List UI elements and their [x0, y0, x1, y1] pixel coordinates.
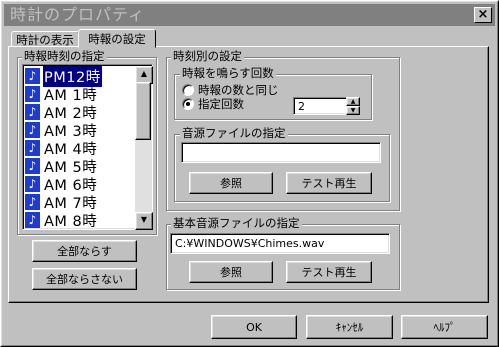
chime-time-group-label: 時報時刻の指定: [22, 49, 107, 63]
music-note-icon: ♪: [25, 104, 40, 120]
base-sound-label: 基本音源ファイルの指定: [171, 216, 302, 230]
cancel-button[interactable]: ｷｬﾝｾﾙ: [306, 315, 393, 339]
radio-same-count-label[interactable]: 時報の数と同じ: [198, 83, 279, 97]
title-bar[interactable]: 時計のプロパティ ×: [4, 4, 495, 26]
all-on-label: 全部ならす: [57, 245, 112, 258]
all-on-button[interactable]: 全部ならす: [32, 240, 137, 262]
ok-label: OK: [246, 320, 262, 334]
arrow-down-icon: ▼: [140, 215, 148, 224]
test-play-label: テスト再生: [301, 266, 357, 279]
tab-chime-settings[interactable]: 時報の設定: [78, 29, 156, 48]
spin-up-button[interactable]: ▲: [346, 97, 360, 106]
music-note-icon: ♪: [25, 86, 40, 102]
list-item[interactable]: ♪ AM 4時: [25, 139, 139, 158]
window-title: 時計のプロパティ: [10, 5, 146, 24]
radio-specified-count[interactable]: [182, 98, 194, 110]
music-note-icon: ♪: [25, 212, 40, 228]
list-item[interactable]: ♪ AM 6時: [25, 175, 139, 194]
sound-test-play-button[interactable]: テスト再生: [286, 172, 372, 194]
close-icon: ×: [477, 7, 489, 22]
arrow-up-icon: ▲: [350, 98, 356, 105]
time-settings-label: 時刻別の設定: [171, 49, 244, 63]
all-off-label: 全部ならさない: [46, 273, 123, 286]
spin-down-button[interactable]: ▼: [346, 106, 360, 115]
sound-file-input[interactable]: [181, 142, 381, 163]
music-note-icon: ♪: [25, 68, 40, 84]
browse-label: 参照: [220, 266, 242, 279]
base-sound-value: C:¥WINDOWS¥Chimes.wav: [175, 237, 325, 250]
help-button[interactable]: ﾍﾙﾌﾟ: [401, 315, 488, 339]
tab-label: 時報の設定: [88, 32, 146, 46]
all-off-button[interactable]: 全部ならさない: [32, 268, 137, 290]
list-scrollbar[interactable]: ▲ ▼: [135, 66, 153, 230]
list-item[interactable]: ♪ AM 1時: [25, 85, 139, 104]
ok-button[interactable]: OK: [211, 315, 297, 339]
radio-specified-count-label[interactable]: 指定回数: [198, 97, 244, 111]
chime-count-label: 時報を鳴らす回数: [180, 66, 276, 80]
music-note-icon: ♪: [25, 140, 40, 156]
list-item[interactable]: ♪ AM 8時: [25, 211, 139, 229]
music-note-icon: ♪: [25, 158, 40, 174]
list-item[interactable]: ♪ AM 7時: [25, 193, 139, 212]
scroll-thumb[interactable]: [135, 82, 151, 140]
music-note-icon: ♪: [25, 194, 40, 210]
browse-label: 参照: [220, 177, 242, 190]
list-item[interactable]: ♪ AM 5時: [25, 157, 139, 176]
tab-label: 時計の表示: [16, 33, 74, 47]
help-label: ﾍﾙﾌﾟ: [433, 321, 456, 334]
chime-time-list[interactable]: ♪ PM12時 ♪ AM 1時 ♪ AM 2時 ♪ AM 3時 ♪ AM 4時 …: [22, 64, 153, 230]
music-note-icon: ♪: [25, 122, 40, 138]
music-note-icon: ♪: [25, 176, 40, 192]
list-item-label: AM 8時: [44, 213, 98, 230]
cancel-label: ｷｬﾝｾﾙ: [335, 321, 364, 334]
arrow-up-icon: ▲: [140, 69, 148, 78]
radio-same-count[interactable]: [182, 84, 194, 96]
base-sound-input[interactable]: C:¥WINDOWS¥Chimes.wav: [170, 233, 390, 254]
test-play-label: テスト再生: [301, 177, 357, 190]
list-item[interactable]: ♪ AM 3時: [25, 121, 139, 140]
arrow-down-icon: ▼: [350, 107, 356, 114]
base-test-play-button[interactable]: テスト再生: [286, 261, 372, 283]
base-browse-button[interactable]: 参照: [189, 261, 273, 283]
scroll-down-button[interactable]: ▼: [135, 212, 153, 230]
sound-browse-button[interactable]: 参照: [189, 172, 273, 194]
sound-file-label: 音源ファイルの指定: [180, 126, 288, 140]
tab-clock-display[interactable]: 時計の表示: [11, 31, 79, 47]
close-button[interactable]: ×: [474, 7, 492, 23]
list-item[interactable]: ♪ PM12時: [25, 65, 139, 87]
list-item[interactable]: ♪ AM 2時: [25, 103, 139, 122]
chime-count-value: 2: [298, 100, 305, 113]
